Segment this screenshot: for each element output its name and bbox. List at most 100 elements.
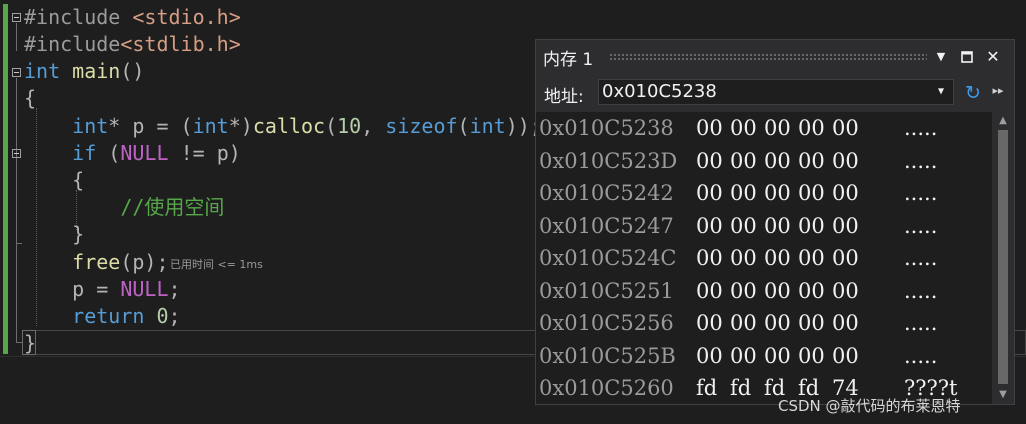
memory-byte[interactable]: 00	[730, 340, 757, 372]
memory-ascii: .....	[904, 148, 938, 173]
address-input[interactable]	[602, 80, 922, 104]
memory-byte[interactable]: 00	[730, 210, 757, 242]
code-token: //使用空间	[120, 195, 225, 219]
code-line[interactable]: #include <stdio.h>	[24, 4, 241, 31]
code-line[interactable]: if (NULL != p)	[24, 140, 241, 167]
memory-address: 0x010C5238	[539, 116, 674, 140]
fold-toggle-main[interactable]	[12, 68, 21, 77]
maximize-icon[interactable]	[957, 47, 977, 67]
memory-byte[interactable]: 00	[832, 275, 859, 307]
memory-byte[interactable]: 00	[696, 177, 723, 209]
fold-toggle-include[interactable]	[12, 13, 21, 22]
code-token: ;	[168, 304, 181, 328]
scroll-down-icon[interactable]: ▼	[992, 388, 1014, 402]
perf-tip[interactable]: 已用时间 <= 1ms	[170, 256, 263, 272]
code-line[interactable]: return 0;	[24, 303, 181, 330]
memory-byte[interactable]: 00	[764, 340, 791, 372]
memory-byte[interactable]: 00	[764, 145, 791, 177]
code-token: if	[72, 141, 97, 165]
memory-byte[interactable]: 00	[696, 275, 723, 307]
scroll-up-icon[interactable]: ▲	[992, 114, 1014, 128]
memory-byte[interactable]: 00	[764, 210, 791, 242]
memory-ascii: .....	[904, 116, 938, 140]
memory-ascii: .....	[904, 213, 938, 238]
code-line[interactable]: int* p = (int*)calloc(10, sizeof(int));	[24, 113, 542, 140]
memory-byte[interactable]: 00	[764, 242, 791, 274]
code-line[interactable]: free(p);	[24, 249, 168, 276]
dropdown-triangle-icon[interactable]: ▼	[931, 47, 951, 67]
close-icon[interactable]: ✕	[983, 47, 1003, 67]
memory-byte[interactable]: 00	[764, 307, 791, 339]
memory-byte[interactable]: 00	[832, 177, 859, 209]
memory-byte[interactable]: fd	[696, 372, 717, 404]
memory-byte[interactable]: 00	[798, 242, 825, 274]
code-token: ,	[361, 114, 386, 138]
change-bar	[3, 4, 8, 354]
code-token: return	[72, 304, 145, 328]
code-line[interactable]: {	[24, 167, 84, 194]
memory-byte[interactable]: 00	[696, 242, 723, 274]
memory-byte[interactable]: 00	[832, 145, 859, 177]
code-line[interactable]: #include<stdlib.h>	[24, 31, 241, 58]
memory-window-titlebar[interactable]: 内存 1 ▼ ✕	[536, 40, 1014, 74]
memory-byte[interactable]: 00	[730, 177, 757, 209]
code-line[interactable]: //使用空间	[24, 194, 224, 221]
memory-byte[interactable]: 00	[764, 177, 791, 209]
more-options-icon[interactable]: ▸▸	[988, 80, 1008, 102]
memory-byte[interactable]: 00	[696, 307, 723, 339]
memory-byte[interactable]: 00	[730, 145, 757, 177]
memory-byte[interactable]: 00	[696, 340, 723, 372]
memory-byte[interactable]: 00	[798, 275, 825, 307]
scrollbar-thumb[interactable]	[998, 130, 1008, 384]
fold-line	[16, 23, 17, 51]
memory-byte[interactable]: 00	[764, 112, 791, 144]
code-line[interactable]: p = NULL;	[24, 276, 180, 303]
memory-byte[interactable]: 00	[764, 275, 791, 307]
memory-byte[interactable]: 00	[730, 275, 757, 307]
memory-byte[interactable]: 00	[832, 340, 859, 372]
code-line[interactable]: int main()	[24, 58, 144, 85]
memory-address: 0x010C5247	[539, 213, 674, 238]
refresh-icon[interactable]: ↻	[962, 82, 984, 104]
memory-byte[interactable]: 00	[696, 145, 723, 177]
memory-byte[interactable]: 00	[798, 177, 825, 209]
code-line[interactable]: {	[24, 85, 36, 112]
memory-ascii: .....	[904, 246, 938, 270]
memory-byte[interactable]: 00	[832, 242, 859, 274]
memory-ascii: .....	[904, 278, 938, 303]
memory-byte[interactable]: 00	[730, 112, 757, 144]
fold-toggle-if[interactable]	[12, 149, 21, 158]
title-grip[interactable]	[609, 53, 927, 61]
code-token: int	[72, 114, 109, 138]
memory-byte[interactable]: 00	[832, 307, 859, 339]
code-line[interactable]: }	[24, 221, 84, 248]
memory-byte[interactable]: 00	[696, 210, 723, 242]
memory-byte[interactable]: 00	[798, 307, 825, 339]
memory-grid[interactable]: 0x010C5238 00 00 00 00 00..... 0x010C523D 00 00 0…	[536, 112, 992, 404]
code-token: *)	[228, 114, 253, 138]
memory-window[interactable]: 内存 1 ▼ ✕ 地址: ▼ ↻ ▸▸ 0x010C52380000000000…	[535, 39, 1015, 405]
memory-byte[interactable]: fd	[730, 372, 751, 404]
code-token: int	[192, 114, 229, 138]
memory-byte[interactable]: 00	[832, 210, 859, 242]
memory-scrollbar[interactable]: ▲ ▼	[992, 112, 1014, 404]
memory-address: 0x010C525B	[539, 343, 676, 368]
memory-byte[interactable]: 00	[730, 242, 757, 274]
memory-byte[interactable]: 00	[798, 112, 825, 144]
memory-byte[interactable]: 00	[798, 210, 825, 242]
memory-address: 0x010C5242	[539, 181, 674, 205]
code-line[interactable]: }	[24, 330, 36, 357]
memory-byte[interactable]: 00	[730, 307, 757, 339]
memory-address: 0x010C5260	[539, 376, 674, 400]
memory-byte[interactable]: 00	[798, 145, 825, 177]
code-token: }	[24, 331, 37, 355]
address-combobox[interactable]: ▼	[598, 79, 954, 105]
memory-byte[interactable]: 00	[832, 112, 859, 144]
memory-byte[interactable]: 00	[798, 340, 825, 372]
chevron-down-icon[interactable]: ▼	[933, 82, 949, 102]
memory-byte[interactable]: 00	[696, 112, 723, 144]
fold-end	[16, 243, 22, 244]
